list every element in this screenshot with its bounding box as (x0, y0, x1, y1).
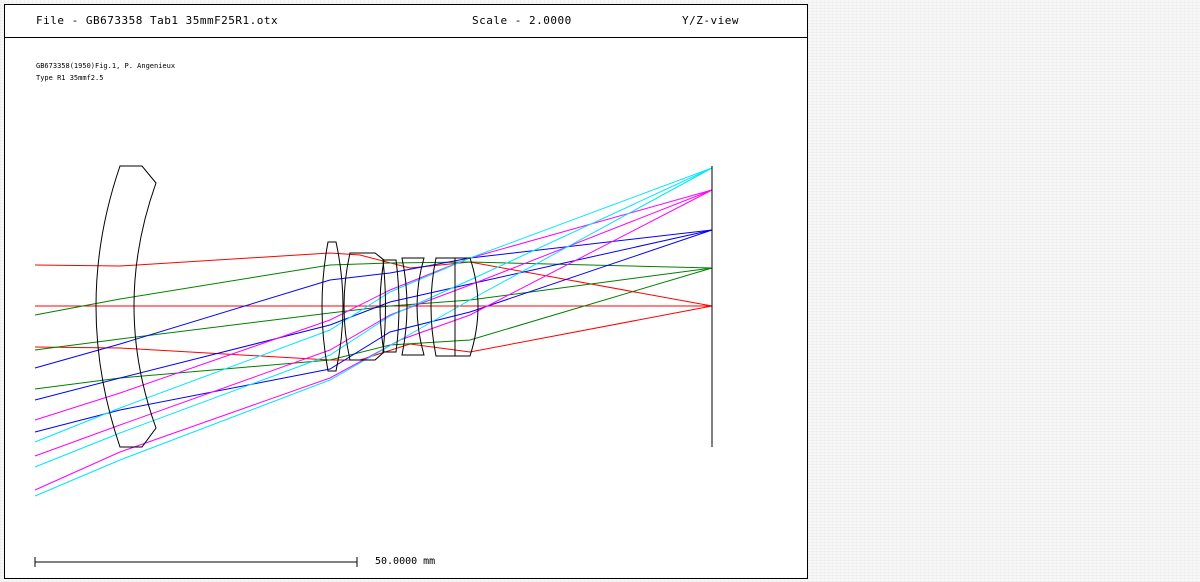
ray-blue-mid (34, 229, 713, 401)
ray-cyan-top (34, 167, 713, 443)
ray-cyan-mid (34, 167, 713, 468)
ray-green-mid (34, 267, 713, 351)
ray-magenta-top (34, 189, 713, 421)
ray-fan-magenta (34, 189, 713, 491)
ray-green-top (34, 261, 713, 316)
ray-green-bottom (34, 267, 713, 390)
optical-diagram (34, 165, 713, 567)
ray-magenta-mid (34, 189, 713, 457)
ray-red-bottom (34, 305, 713, 361)
scale-bar (34, 557, 358, 567)
ray-magenta-bottom (34, 189, 713, 491)
